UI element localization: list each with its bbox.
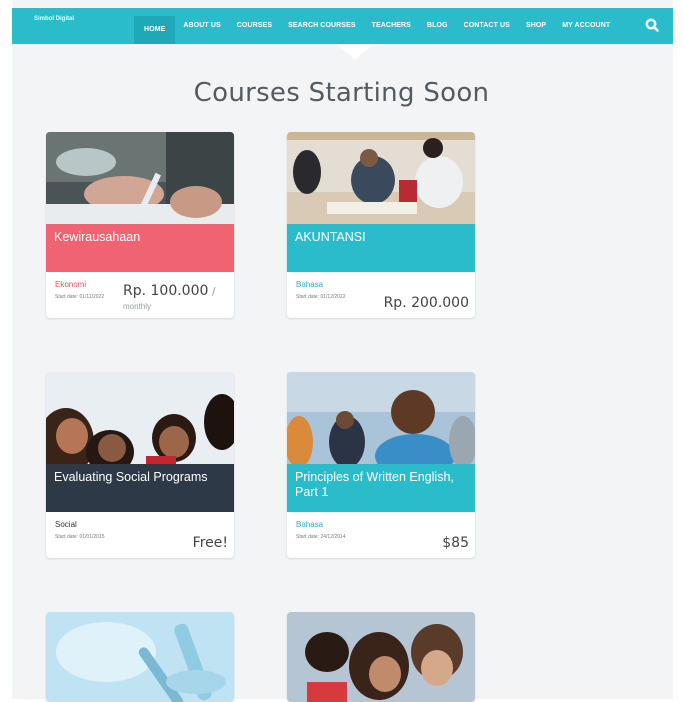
course-price: Rp. 200.000 [383,295,469,311]
course-title-band[interactable]: AKUNTANSI [287,224,475,272]
course-start-date: Start date: 01/12/2022 [296,294,346,300]
site-logo[interactable]: Simbol Digital [34,16,74,22]
course-card[interactable]: Kewirausahaan Ekonomi Start date: 01/11/… [46,132,234,318]
top-navbar: Simbol Digital HOME ABOUT US COURSES SEA… [12,8,673,44]
course-category[interactable]: Bahasa [296,280,323,289]
course-category[interactable]: Ekonomi [55,280,86,289]
course-start-date: Start date: 24/12/2014 [296,534,346,540]
course-title-band[interactable]: Evaluating Social Programs [46,464,234,512]
course-start-date: Start date: 01/11/2022 [55,294,105,300]
price-value: Rp. 100.000 [123,283,209,299]
nav-teachers[interactable]: TEACHERS [364,8,419,44]
course-thumbnail[interactable] [46,612,234,702]
course-card[interactable]: AKUNTANSI Bahasa Start date: 01/12/2022 … [287,132,475,318]
page: Simbol Digital HOME ABOUT US COURSES SEA… [0,0,683,702]
nav-courses[interactable]: COURSES [229,8,280,44]
main-nav: HOME ABOUT US COURSES SEARCH COURSES TEA… [134,8,618,44]
course-category[interactable]: Social [55,520,77,529]
course-thumbnail[interactable] [46,132,234,224]
nav-shop[interactable]: SHOP [518,8,554,44]
course-thumbnail[interactable] [46,372,234,464]
course-category[interactable]: Bahasa [296,520,323,529]
course-title-band[interactable]: Kewirausahaan [46,224,234,272]
course-card[interactable]: Principles of Written English, Part 1 Ba… [287,372,475,558]
nav-my-account[interactable]: MY ACCOUNT [554,8,618,44]
page-title: Courses Starting Soon [193,78,490,108]
course-thumbnail[interactable] [287,132,475,224]
course-start-date: Start date: 01/01/2015 [55,534,105,540]
course-card[interactable]: Evaluating Social Programs Social Start … [46,372,234,558]
price-period: monthly [123,302,152,311]
price-suffix: / [208,285,216,298]
nav-pointer [337,44,373,60]
nav-blog[interactable]: BLOG [419,8,456,44]
nav-home[interactable]: HOME [134,16,176,44]
course-title-band[interactable]: Principles of Written English, Part 1 [287,464,475,512]
course-price: $85 [442,535,469,551]
search-icon[interactable] [645,18,659,32]
course-card[interactable] [287,612,475,702]
course-card[interactable] [46,612,234,702]
course-thumbnail[interactable] [287,612,475,702]
nav-contact-us[interactable]: CONTACT US [456,8,518,44]
nav-about-us[interactable]: ABOUT US [175,8,228,44]
course-thumbnail[interactable] [287,372,475,464]
nav-search-courses[interactable]: SEARCH COURSES [280,8,364,44]
course-price: Rp. 100.000 / [123,283,216,299]
course-price: Free! [192,535,228,551]
